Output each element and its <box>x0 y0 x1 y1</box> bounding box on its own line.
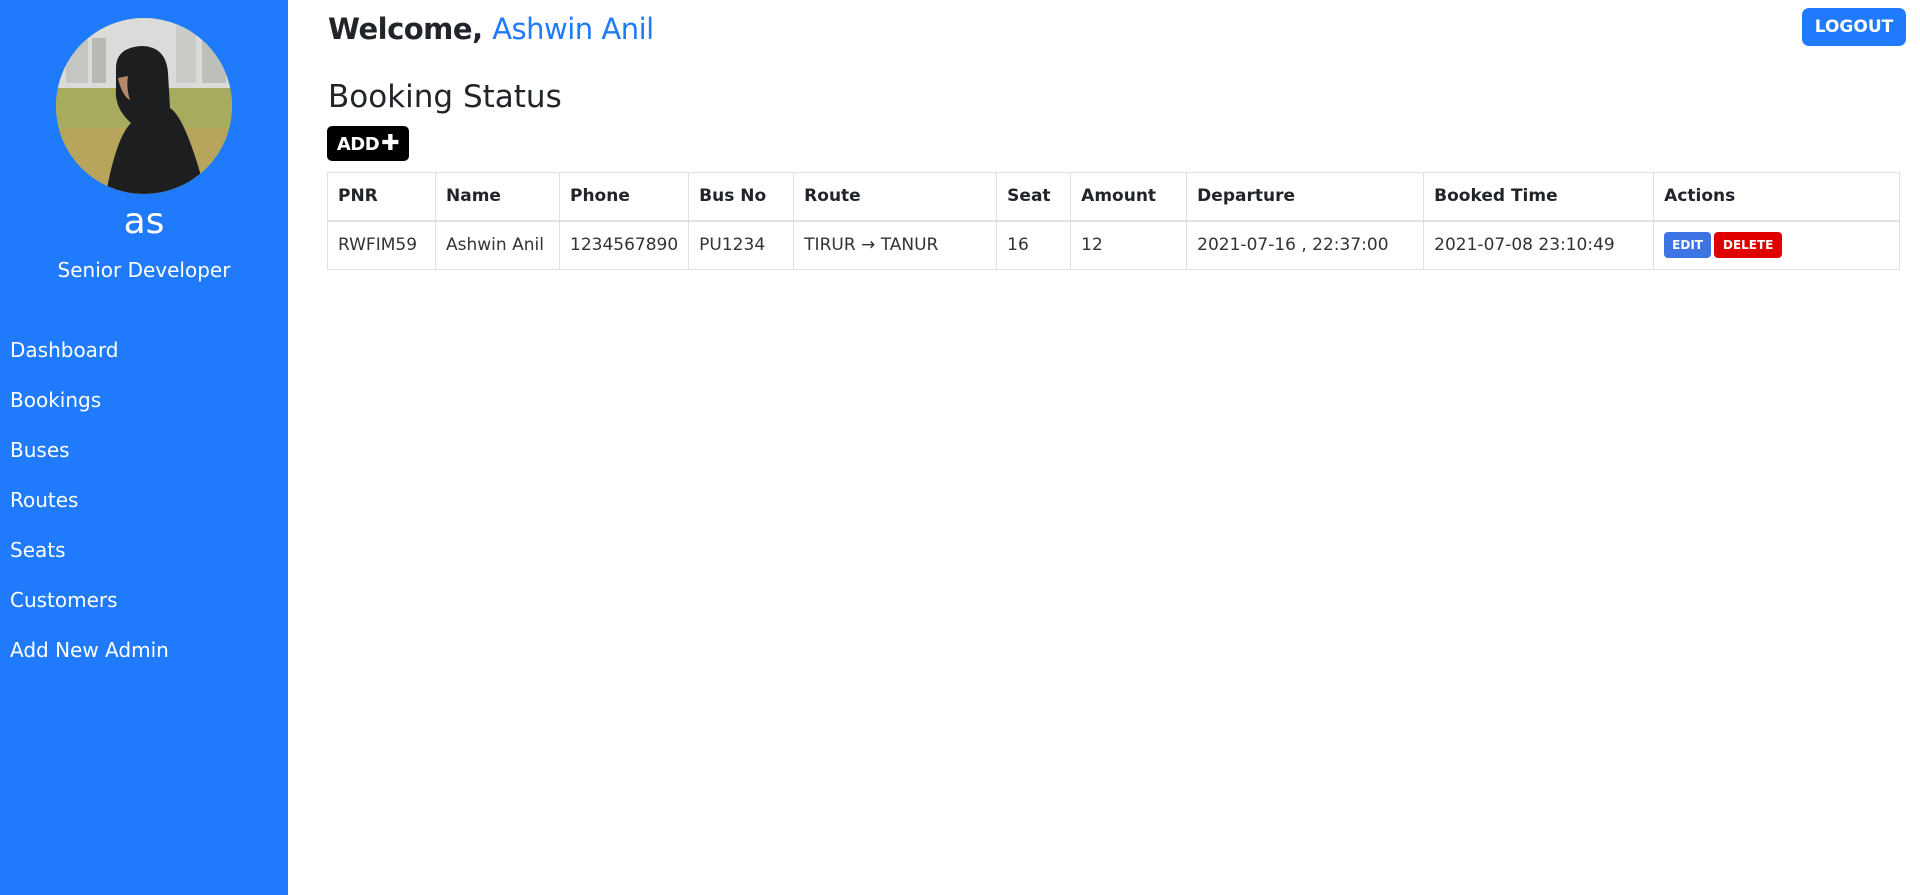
sidebar-item-buses[interactable]: Buses <box>0 425 288 475</box>
column-header-name: Name <box>435 172 560 222</box>
column-header-booked-time: Booked Time <box>1423 172 1655 222</box>
plus-icon: ✚ <box>381 131 400 156</box>
sidebar-nav: Dashboard Bookings Buses Routes Seats Cu… <box>0 325 288 675</box>
cell-pnr: RWFIM59 <box>327 220 436 270</box>
welcome-prefix: Welcome, <box>328 12 483 46</box>
logout-button[interactable]: LOGOUT <box>1802 8 1906 46</box>
cell-actions: EDIT DELETE <box>1653 220 1900 270</box>
column-header-route: Route <box>793 172 998 222</box>
column-header-actions: Actions <box>1653 172 1900 222</box>
add-booking-button[interactable]: ADD✚ <box>327 126 409 161</box>
column-header-phone: Phone <box>558 172 690 222</box>
table-header-row: PNR Name Phone Bus No Route Seat Amount … <box>327 172 1900 222</box>
table-row: RWFIM59 Ashwin Anil 1234567890 PU1234 TI… <box>327 220 1900 270</box>
sidebar-item-routes[interactable]: Routes <box>0 475 288 525</box>
avatar <box>56 18 232 194</box>
column-header-pnr: PNR <box>327 172 436 222</box>
column-header-seat: Seat <box>996 172 1072 222</box>
cell-name: Ashwin Anil <box>435 220 560 270</box>
cell-amount: 12 <box>1070 220 1188 270</box>
page-title: Booking Status <box>328 79 562 115</box>
profile-photo <box>56 18 232 194</box>
column-header-amount: Amount <box>1070 172 1188 222</box>
bookings-table: PNR Name Phone Bus No Route Seat Amount … <box>327 172 1900 270</box>
cell-booked-time: 2021-07-08 23:10:49 <box>1423 220 1655 270</box>
sidebar: as Senior Developer Dashboard Bookings B… <box>0 0 288 895</box>
profile-role: Senior Developer <box>57 258 231 282</box>
profile-name: as <box>123 201 165 242</box>
cell-seat: 16 <box>996 220 1072 270</box>
edit-button[interactable]: EDIT <box>1664 232 1711 259</box>
cell-bus-no: PU1234 <box>688 220 795 270</box>
sidebar-item-bookings[interactable]: Bookings <box>0 375 288 425</box>
main-content: Welcome, Ashwin Anil LOGOUT Booking Stat… <box>288 0 1920 895</box>
welcome-heading: Welcome, Ashwin Anil <box>328 8 654 50</box>
delete-button[interactable]: DELETE <box>1713 232 1783 259</box>
sidebar-item-seats[interactable]: Seats <box>0 525 288 575</box>
sidebar-item-dashboard[interactable]: Dashboard <box>0 325 288 375</box>
cell-route: TIRUR → TANUR <box>793 220 998 270</box>
cell-departure: 2021-07-16 , 22:37:00 <box>1186 220 1425 270</box>
cell-phone: 1234567890 <box>558 220 690 270</box>
column-header-departure: Departure <box>1186 172 1425 222</box>
welcome-user-name: Ashwin Anil <box>492 12 654 46</box>
sidebar-item-customers[interactable]: Customers <box>0 575 288 625</box>
add-button-label: ADD <box>336 134 380 155</box>
column-header-bus-no: Bus No <box>688 172 795 222</box>
sidebar-item-add-new-admin[interactable]: Add New Admin <box>0 625 288 675</box>
